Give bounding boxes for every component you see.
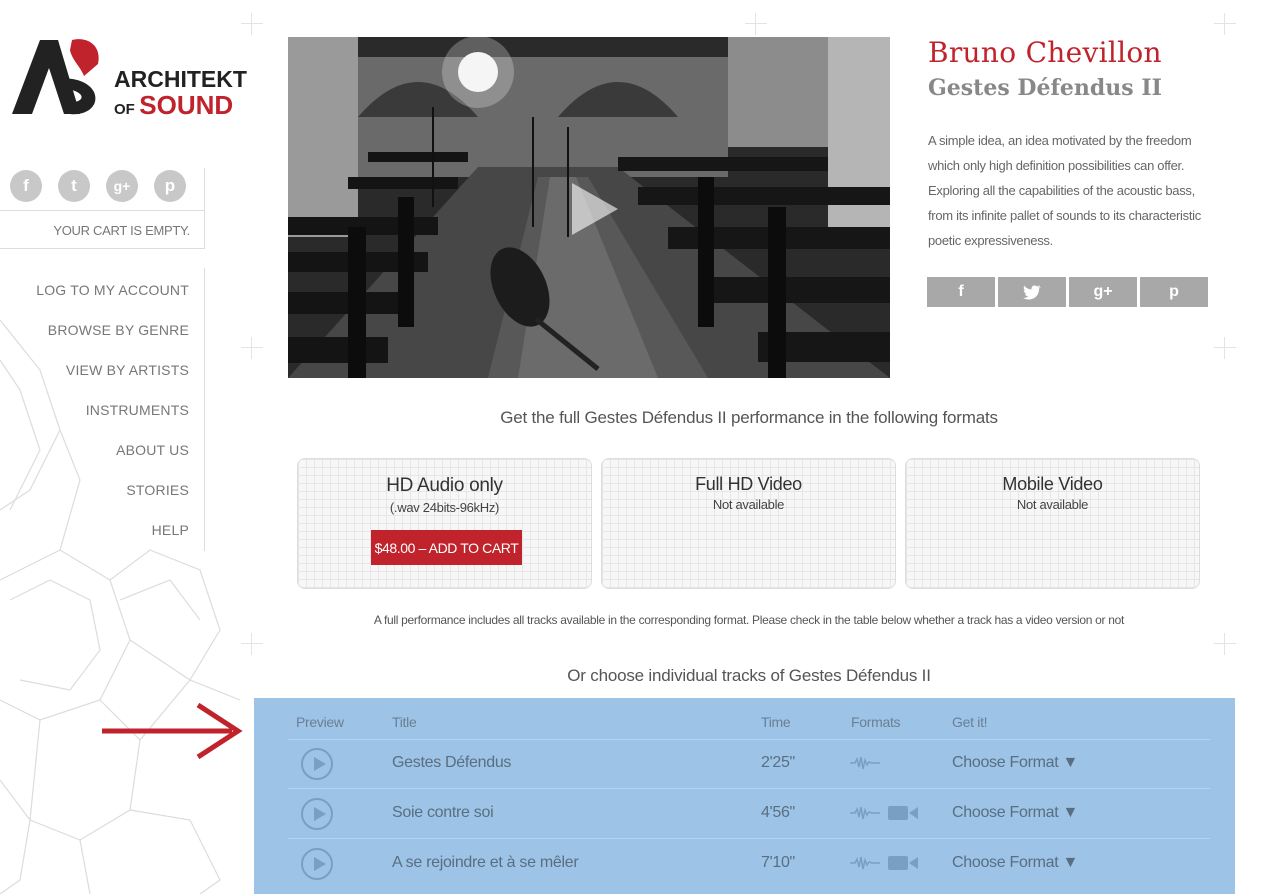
nav-help[interactable]: HELP	[152, 522, 189, 538]
table-row: Gestes Défendus 2'25" Choose Format ▼	[254, 739, 1235, 789]
audio-wave-icon	[850, 756, 880, 770]
track-title[interactable]: Soie contre soi	[392, 804, 494, 822]
nav-view-by-artists[interactable]: VIEW BY ARTISTS	[66, 362, 189, 378]
track-title[interactable]: A se rejoindre et à se mêler	[392, 854, 579, 872]
logo-mark-icon	[12, 39, 99, 115]
facebook-icon[interactable]: f	[10, 170, 42, 202]
preview-play-icon[interactable]	[301, 798, 333, 830]
nav-about-us[interactable]: ABOUT US	[116, 442, 189, 458]
format-availability: Not available	[1016, 497, 1089, 512]
site-logo[interactable]: ARCHITEKT OF SOUND	[10, 36, 250, 120]
nav-instruments[interactable]: INSTRUMENTS	[86, 402, 189, 418]
column-header-title: Title	[392, 714, 417, 730]
preview-play-icon[interactable]	[301, 748, 333, 780]
video-camera-icon	[888, 856, 918, 870]
plus-mark	[745, 13, 767, 35]
cart-status-text: YOUR CART IS EMPTY.	[53, 223, 190, 238]
logo-text-architekt: ARCHITEKT	[114, 66, 247, 92]
plus-mark	[241, 13, 263, 35]
table-row: Soie contre soi 4'56" Choose Format ▼	[254, 789, 1235, 839]
track-time: 4'56"	[761, 804, 795, 821]
table-row: A se rejoindre et à se mêler 7'10" Choos…	[254, 839, 1235, 889]
performance-video[interactable]	[288, 37, 890, 378]
pinterest-icon[interactable]: p	[154, 170, 186, 202]
album-title: Gestes Défendus II	[928, 75, 1162, 101]
track-time: 2'25"	[761, 754, 795, 771]
format-subtitle: (.wav 24bits-96kHz)	[389, 500, 500, 515]
twitter-icon[interactable]: t	[58, 170, 90, 202]
share-twitter-button[interactable]	[998, 277, 1066, 307]
plus-mark	[241, 337, 263, 359]
share-pinterest-button[interactable]: p	[1140, 277, 1208, 307]
format-availability: Not available	[712, 497, 785, 512]
choose-format-dropdown[interactable]: Choose Format ▼	[952, 754, 1078, 772]
audio-wave-icon	[850, 856, 880, 870]
share-google-plus-button[interactable]: g+	[1069, 277, 1137, 307]
preview-play-icon[interactable]	[301, 848, 333, 880]
play-video-icon[interactable]	[572, 183, 618, 235]
choose-format-dropdown[interactable]: Choose Format ▼	[952, 804, 1078, 822]
share-buttons: f g+ p	[927, 277, 1208, 307]
track-time: 7'10"	[761, 854, 795, 871]
formats-heading: Get the full Gestes Défendus II performa…	[500, 408, 998, 427]
twitter-icon	[1023, 284, 1041, 300]
cart-status[interactable]: YOUR CART IS EMPTY.	[0, 210, 205, 249]
full-performance-note: A full performance includes all tracks a…	[373, 613, 1125, 627]
logo-text-of: OF	[114, 101, 135, 118]
format-hd-audio-card: HD Audio only (.wav 24bits-96kHz) $48.00…	[297, 458, 592, 589]
google-plus-icon: g+	[1093, 283, 1113, 300]
format-mobile-video-card: Mobile Video Not available	[905, 458, 1200, 589]
plus-mark	[1214, 13, 1236, 35]
format-full-hd-video-card: Full HD Video Not available	[601, 458, 896, 589]
album-description: A simple idea, an idea motivated by the …	[928, 133, 1201, 248]
column-header-time: Time	[761, 714, 791, 730]
main-nav: LOG TO MY ACCOUNT BROWSE BY GENRE VIEW B…	[0, 268, 205, 551]
divider	[204, 168, 205, 210]
arrow-right-icon	[102, 702, 243, 760]
tracks-heading: Or choose individual tracks of Gestes Dé…	[567, 666, 931, 685]
choose-format-dropdown[interactable]: Choose Format ▼	[952, 854, 1078, 872]
artist-name[interactable]: Bruno Chevillon	[928, 36, 1162, 69]
column-header-preview: Preview	[296, 714, 344, 730]
logo-text-sound: SOUND	[139, 90, 234, 120]
nav-browse-by-genre[interactable]: BROWSE BY GENRE	[48, 322, 189, 338]
nav-log-to-my-account[interactable]: LOG TO MY ACCOUNT	[36, 282, 189, 298]
format-title: HD Audio only	[386, 475, 503, 496]
google-plus-icon[interactable]: g+	[106, 170, 138, 202]
facebook-icon: f	[958, 283, 964, 300]
tracks-table: Preview Title Time Formats Get it! Geste…	[254, 698, 1235, 894]
plus-mark	[241, 633, 263, 655]
logo-text-of-sound: OF SOUND	[114, 92, 233, 118]
nav-stories[interactable]: STORIES	[126, 482, 189, 498]
format-title: Full HD Video	[695, 474, 802, 494]
plus-mark	[1214, 337, 1236, 359]
column-header-get-it: Get it!	[952, 714, 988, 730]
format-title: Mobile Video	[1002, 474, 1103, 494]
pinterest-icon: p	[1169, 283, 1179, 300]
plus-mark	[1214, 633, 1236, 655]
share-facebook-button[interactable]: f	[927, 277, 995, 307]
track-title[interactable]: Gestes Défendus	[392, 754, 511, 772]
video-camera-icon	[888, 806, 918, 820]
social-links: f t g+ p	[10, 170, 186, 202]
audio-wave-icon	[850, 806, 880, 820]
add-to-cart-button[interactable]: $48.00 – ADD TO CART	[371, 530, 522, 565]
column-header-formats: Formats	[851, 714, 901, 730]
